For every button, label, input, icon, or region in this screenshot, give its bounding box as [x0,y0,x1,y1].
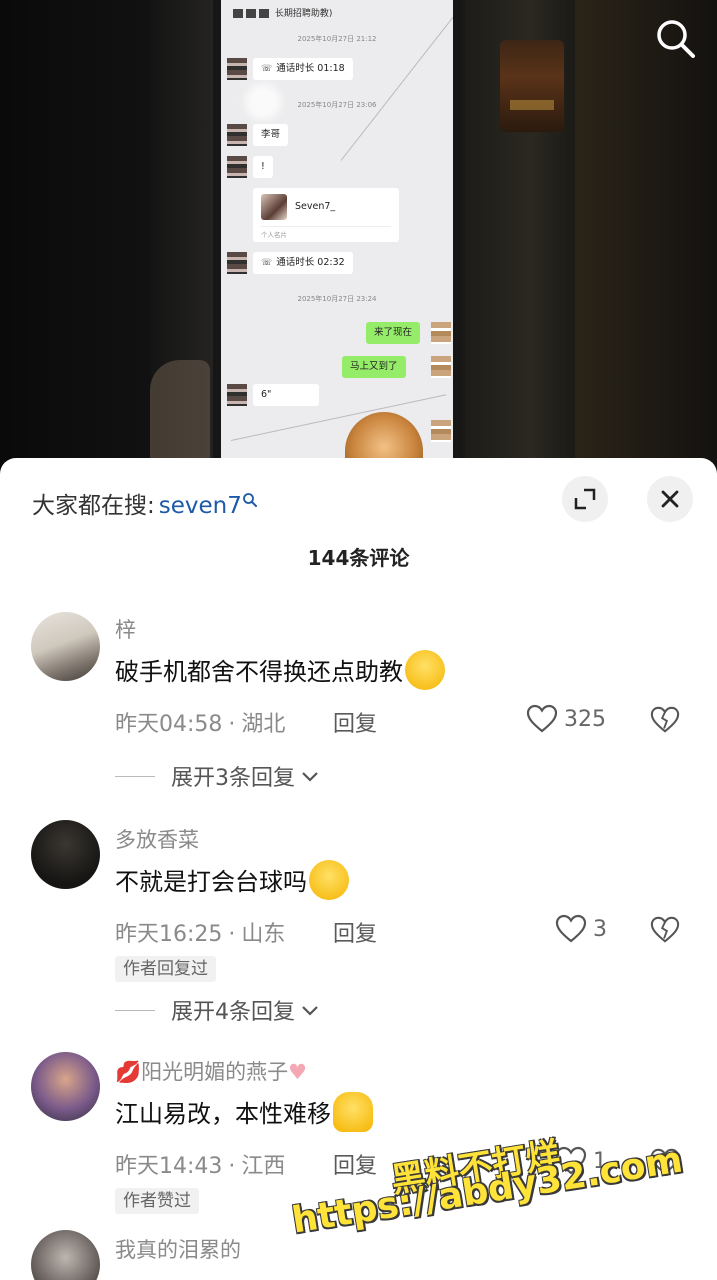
comment-meta: 昨天04:58 · 湖北 [115,712,286,737]
author-replied-badge: 作者回复过 [115,956,216,982]
chat-avatar [227,252,247,274]
contact-card: Seven7_ 个人名片 [253,188,399,242]
video-frame[interactable]: 长期招聘助教) 2025年10月27日 21:12 ☏ 通话时长 01:18 20… [0,0,717,470]
chevron-down-icon [302,1006,318,1016]
lips-icon: 💋 [115,1060,142,1084]
broken-heart-icon [650,916,680,943]
comment-text: 破手机都舍不得换还点助教 [115,650,445,693]
search-icon [242,488,258,514]
chat-bubble-sent: 马上又到了 [342,356,406,378]
like-count: 325 [564,706,606,732]
phone-icon: ☏ [261,64,273,74]
broken-heart-icon [650,706,680,733]
author-liked-badge: 作者赞过 [115,1188,199,1214]
comment-author[interactable]: 多放香菜 [115,824,199,854]
comment-meta: 昨天16:25 · 山东 [115,922,286,947]
avatar[interactable] [31,1052,100,1121]
close-icon [661,490,679,508]
grin-sweat-emoji-icon [405,650,445,690]
reply-button[interactable]: 回复 [333,706,377,738]
reply-button[interactable]: 回复 [333,916,377,948]
chat-bubble-sent: 来了现在 [366,322,421,344]
chat-avatar [227,58,247,80]
comment-author[interactable]: 梓 [115,614,136,644]
heart-icon [526,704,558,733]
screen-crack [340,0,453,161]
avatar[interactable] [31,820,100,889]
chat-bubble: 李哥 [253,124,289,146]
avatar[interactable] [31,612,100,681]
cup-image [500,40,564,132]
like-button[interactable]: 325 [526,704,606,734]
comment-author[interactable]: 我真的泪累的 [115,1234,241,1264]
chat-avatar-self [431,356,451,378]
chat-timestamp: 2025年10月27日 23:24 [297,295,377,303]
chat-avatar-self [431,420,451,442]
like-count: 3 [593,916,607,942]
chat-title: 长期招聘助教) [233,6,332,19]
comment-text: 不就是打会台球吗 [115,860,349,903]
heart-icon [555,914,587,943]
phone-screen: 长期招聘助教) 2025年10月27日 21:12 ☏ 通话时长 01:18 20… [221,0,453,470]
dislike-button[interactable] [650,915,680,945]
comment-text: 江山易改，本性难移 [115,1092,373,1135]
hot-search-label: 大家都在搜: [32,493,155,519]
chat-avatar [227,156,247,178]
chat-call-bubble: ☏ 通话时长 02:32 [253,252,353,274]
chevron-down-icon [302,772,318,782]
expand-icon [574,488,596,510]
comment-count: 144条评论 [307,546,410,570]
chat-avatar [227,124,247,146]
contact-card-avatar [261,194,287,220]
contact-card-footer: 个人名片 [261,226,391,239]
reply-button[interactable]: 回复 [333,1148,377,1180]
chat-avatar-self [431,322,451,344]
comment-author[interactable]: 💋阳光明媚的燕子♥ [115,1056,307,1086]
search-button[interactable] [653,16,699,62]
hand-image [150,360,210,470]
hot-search-bar[interactable]: 大家都在搜: seven7 [32,486,258,520]
phone-icon: ☏ [261,258,273,268]
comment-meta: 昨天14:43 · 江西 [115,1154,286,1179]
contact-card-name: Seven7_ [295,201,336,212]
expand-replies-button[interactable]: 展开4条回复 [115,994,321,1026]
hug-emoji-icon [333,1092,373,1132]
dislike-button[interactable] [650,705,680,735]
fullscreen-button[interactable] [562,476,608,522]
chat-call-bubble: ☏ 通话时长 01:18 [253,58,353,80]
chat-bubble: ! [253,156,273,178]
search-icon [657,20,695,58]
hot-search-keyword[interactable]: seven7 [159,493,242,519]
chat-avatar [227,384,247,406]
flushed-emoji-icon [309,860,349,900]
close-button[interactable] [647,476,693,522]
like-button[interactable]: 3 [555,914,607,944]
chat-timestamp: 2025年10月27日 21:12 [297,35,377,43]
chat-voice-bubble: 6" [253,384,319,406]
heart-emoji-icon: ♥ [288,1060,307,1084]
expand-replies-button[interactable]: 展开3条回复 [115,760,321,792]
phone-photo: 长期招聘助教) 2025年10月27日 21:12 ☏ 通话时长 01:18 20… [213,0,461,470]
avatar[interactable] [31,1230,100,1280]
chat-timestamp: 2025年10月27日 23:06 [297,101,377,109]
